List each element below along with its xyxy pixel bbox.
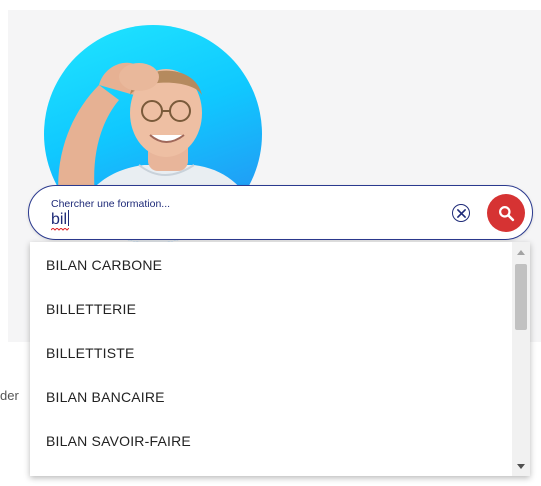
scroll-down-button[interactable] bbox=[512, 458, 530, 474]
suggestions-list: BILAN CARBONE BILLETTERIE BILLETTISTE BI… bbox=[30, 242, 512, 463]
scroll-thumb[interactable] bbox=[515, 264, 527, 330]
dropdown-scrollbar[interactable] bbox=[512, 242, 530, 476]
search-input-value: bil bbox=[51, 211, 68, 228]
suggestion-item[interactable]: BILLETTERIE bbox=[30, 287, 512, 331]
suggestion-item[interactable]: BILAN CARBONE bbox=[30, 243, 512, 287]
caret-up-icon bbox=[517, 249, 525, 255]
suggestion-item[interactable]: BILLETTISTE bbox=[30, 331, 512, 375]
scroll-up-button[interactable] bbox=[512, 244, 530, 260]
side-text-fragment: der bbox=[0, 388, 19, 403]
spellcheck-squiggle-icon bbox=[51, 228, 69, 231]
clear-button[interactable] bbox=[452, 204, 470, 222]
magnifier-icon bbox=[498, 205, 514, 221]
search-button[interactable] bbox=[487, 194, 525, 232]
caret-down-icon bbox=[517, 463, 525, 469]
clear-circle-icon bbox=[456, 208, 466, 218]
search-field[interactable]: Chercher une formation... bil bbox=[28, 185, 533, 240]
search-label: Chercher une formation... bbox=[51, 198, 171, 210]
suggestion-item[interactable]: BILAN SAVOIR-FAIRE bbox=[30, 419, 512, 463]
search-input[interactable]: bil bbox=[51, 210, 70, 229]
text-caret bbox=[68, 210, 70, 226]
suggestion-item[interactable]: BILAN BANCAIRE bbox=[30, 375, 512, 419]
suggestions-dropdown: BILAN CARBONE BILLETTERIE BILLETTISTE BI… bbox=[30, 242, 530, 476]
